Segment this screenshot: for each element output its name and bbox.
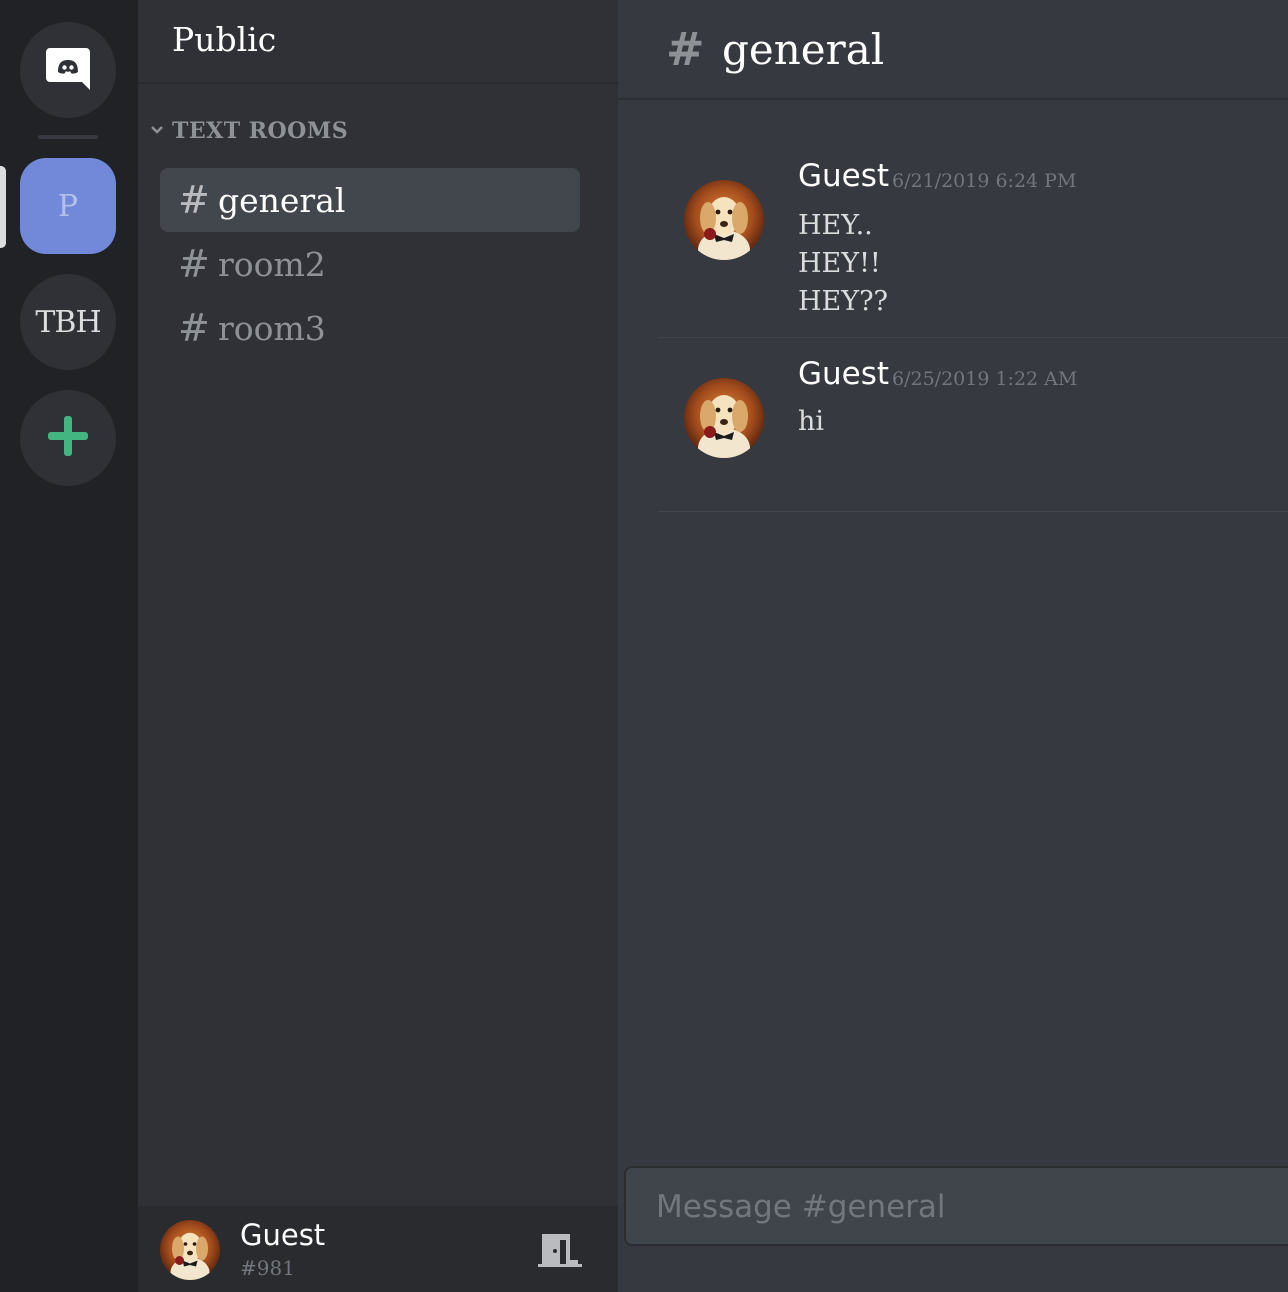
channel-header: # general: [618, 0, 1288, 100]
server-p-label: P: [57, 188, 79, 224]
chat-main: # general Guest 6/21/2019 6:24 PM HEY.. …: [618, 0, 1288, 1292]
discord-logo-icon: [44, 44, 92, 96]
message-group: Guest 6/21/2019 6:24 PM HEY.. HEY!! HEY?…: [658, 140, 1288, 338]
message-group: Guest 6/25/2019 1:22 AM hi: [658, 338, 1288, 512]
message-line: HEY??: [798, 286, 889, 317]
message-author[interactable]: Guest: [798, 356, 889, 392]
home-button[interactable]: [20, 22, 116, 118]
channel-title: general: [722, 24, 885, 74]
message-timestamp: 6/21/2019 6:24 PM: [892, 170, 1077, 192]
channel-general[interactable]: # general: [160, 168, 580, 232]
category-label: TEXT ROOMS: [172, 118, 349, 144]
category-text-rooms[interactable]: TEXT ROOMS: [150, 118, 348, 144]
plus-icon: [46, 414, 90, 462]
channel-name: room3: [218, 308, 326, 348]
channel-sidebar: Public TEXT ROOMS # general # room2 # ro…: [138, 0, 618, 1292]
hash-icon: #: [178, 178, 210, 222]
avatar[interactable]: [684, 378, 764, 458]
message-input[interactable]: [656, 1182, 1256, 1232]
hash-icon: #: [178, 242, 210, 286]
server-p-button[interactable]: P: [20, 158, 116, 254]
rail-divider: [38, 135, 98, 139]
user-tag: #981: [240, 1256, 295, 1280]
chevron-down-icon: [150, 123, 172, 139]
user-name: Guest: [240, 1218, 326, 1252]
active-server-indicator: [0, 166, 6, 248]
user-panel: Guest #981: [138, 1206, 618, 1292]
channel-room3[interactable]: # room3: [160, 296, 580, 360]
door-exit-icon[interactable]: [538, 1230, 582, 1270]
server-tbh-button[interactable]: TBH: [20, 274, 116, 370]
server-name: Public: [172, 20, 277, 59]
hash-icon: #: [178, 306, 210, 350]
message-line: HEY..: [798, 210, 873, 241]
message-line: HEY!!: [798, 248, 881, 279]
hash-icon: #: [666, 22, 705, 76]
message-timestamp: 6/25/2019 1:22 AM: [892, 368, 1078, 390]
server-header[interactable]: Public: [138, 0, 618, 84]
message-composer: [624, 1166, 1288, 1246]
server-tbh-label: TBH: [35, 304, 101, 340]
avatar[interactable]: [684, 180, 764, 260]
channel-name: room2: [218, 244, 326, 284]
channel-room2[interactable]: # room2: [160, 232, 580, 296]
message-author[interactable]: Guest: [798, 158, 889, 194]
message-line: hi: [798, 406, 825, 437]
channel-name: general: [218, 180, 346, 220]
avatar[interactable]: [160, 1220, 220, 1280]
server-rail: P TBH: [0, 0, 138, 1292]
add-server-button[interactable]: [20, 390, 116, 486]
